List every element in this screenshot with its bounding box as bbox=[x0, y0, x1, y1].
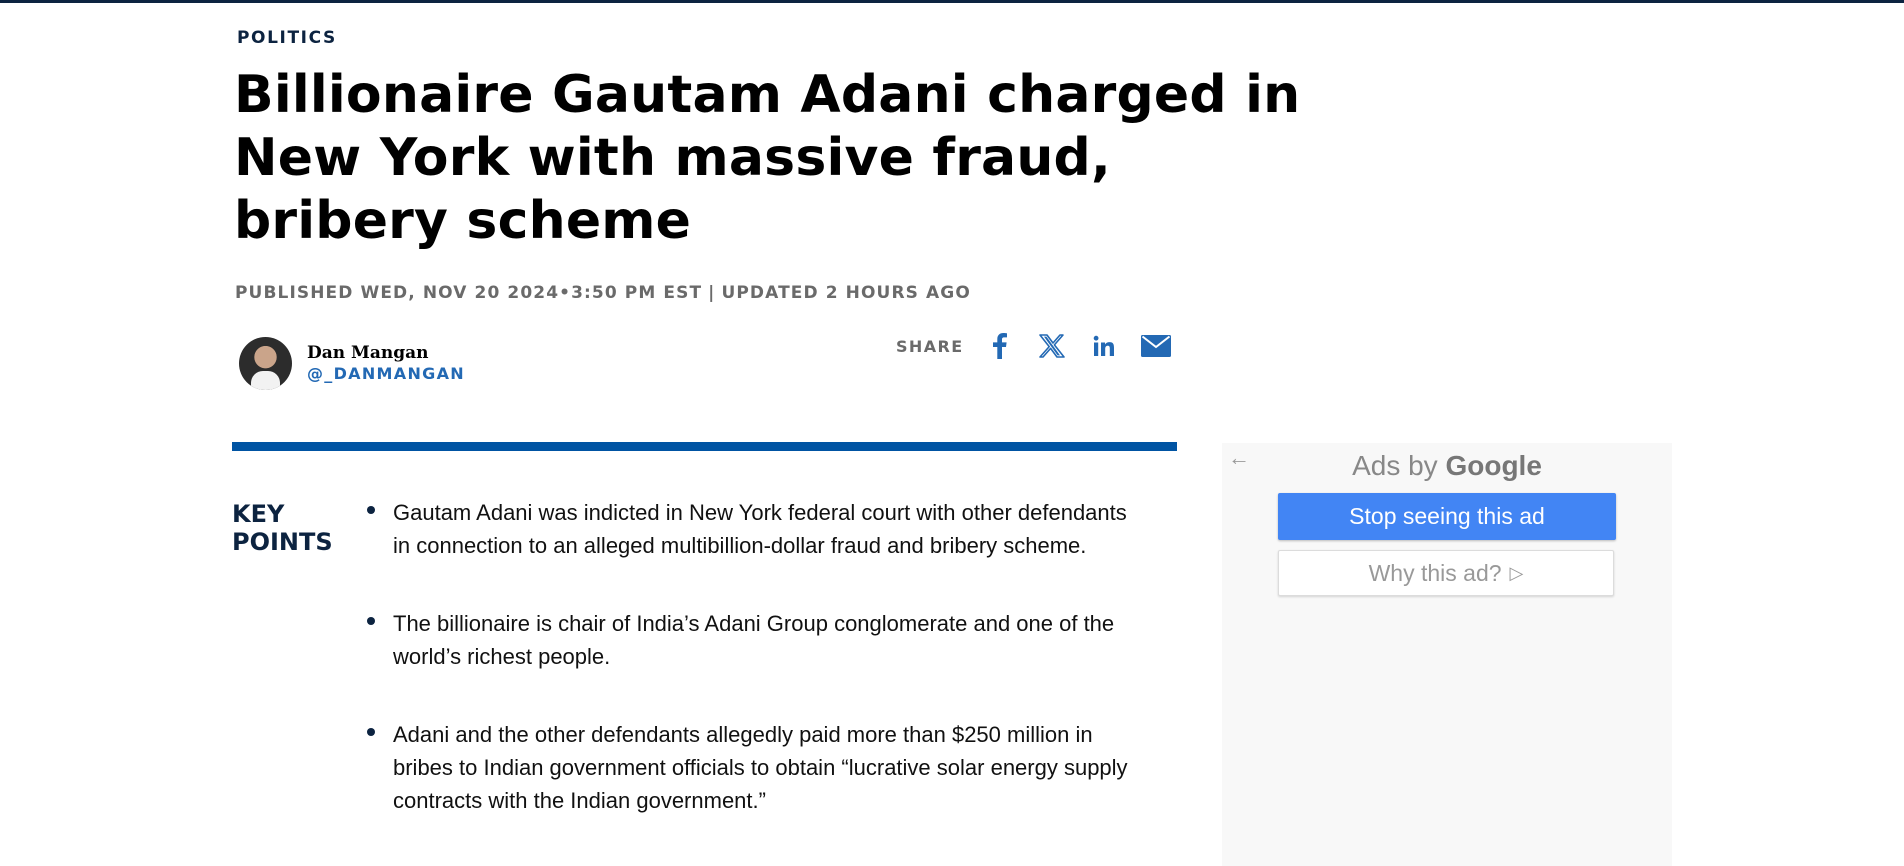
key-points-title: KEY POINTS bbox=[232, 500, 333, 556]
linkedin-icon bbox=[1093, 335, 1114, 356]
ads-by-google-label: Ads by Google bbox=[1222, 450, 1672, 482]
bullet-icon bbox=[367, 506, 375, 514]
author-byline: Dan Mangan @_DANMANGAN bbox=[239, 337, 465, 390]
key-point-text: Gautam Adani was indicted in New York fe… bbox=[393, 500, 1127, 558]
share-linkedin-button[interactable] bbox=[1086, 328, 1122, 364]
share-email-button[interactable] bbox=[1138, 328, 1174, 364]
timestamp-separator: | bbox=[708, 283, 716, 303]
ads-by-text: Ads by bbox=[1352, 450, 1438, 481]
play-outline-icon: ▷ bbox=[1509, 562, 1524, 583]
why-this-ad-label: Why this ad? bbox=[1368, 559, 1502, 586]
key-point-text: The billionaire is chair of India’s Adan… bbox=[393, 611, 1115, 669]
share-x-button[interactable] bbox=[1034, 328, 1070, 364]
bullet-icon bbox=[367, 728, 375, 736]
updated-time: UPDATED 2 HOURS AGO bbox=[721, 283, 971, 303]
key-point-item: Gautam Adani was indicted in New York fe… bbox=[364, 496, 1134, 562]
section-kicker-link[interactable]: POLITICS bbox=[237, 28, 337, 48]
key-points-list: Gautam Adani was indicted in New York fe… bbox=[364, 496, 1134, 862]
ad-panel: ← Ads by Google Stop seeing this ad Why … bbox=[1222, 443, 1672, 866]
x-twitter-icon bbox=[1038, 334, 1065, 358]
facebook-icon bbox=[992, 333, 1007, 359]
section-divider bbox=[232, 442, 1177, 451]
author-avatar[interactable] bbox=[239, 337, 292, 390]
google-logo-text: Google bbox=[1445, 450, 1542, 481]
author-handle-link[interactable]: @_DANMANGAN bbox=[307, 363, 465, 385]
article-timestamp: PUBLISHED WED, NOV 20 2024•3:50 PM EST | U… bbox=[235, 283, 971, 303]
share-bar: SHARE bbox=[896, 328, 1174, 364]
key-point-item: Adani and the other defendants allegedly… bbox=[364, 718, 1134, 817]
stop-seeing-ad-button[interactable]: Stop seeing this ad bbox=[1278, 493, 1616, 540]
published-time: PUBLISHED WED, NOV 20 2024•3:50 PM EST bbox=[235, 283, 703, 303]
key-point-item: The billionaire is chair of India’s Adan… bbox=[364, 607, 1134, 673]
key-point-text: Adani and the other defendants allegedly… bbox=[393, 722, 1128, 813]
avatar-shirt-shape bbox=[251, 371, 280, 390]
share-label: SHARE bbox=[896, 336, 964, 356]
email-icon bbox=[1140, 335, 1171, 357]
article-headline: Billionaire Gautam Adani charged in New … bbox=[234, 65, 1301, 251]
author-text: Dan Mangan @_DANMANGAN bbox=[307, 343, 465, 385]
share-facebook-button[interactable] bbox=[982, 328, 1018, 364]
why-this-ad-button[interactable]: Why this ad? ▷ bbox=[1278, 550, 1614, 596]
top-accent-line bbox=[0, 0, 1904, 3]
bullet-icon bbox=[367, 617, 375, 625]
author-name[interactable]: Dan Mangan bbox=[307, 343, 465, 363]
